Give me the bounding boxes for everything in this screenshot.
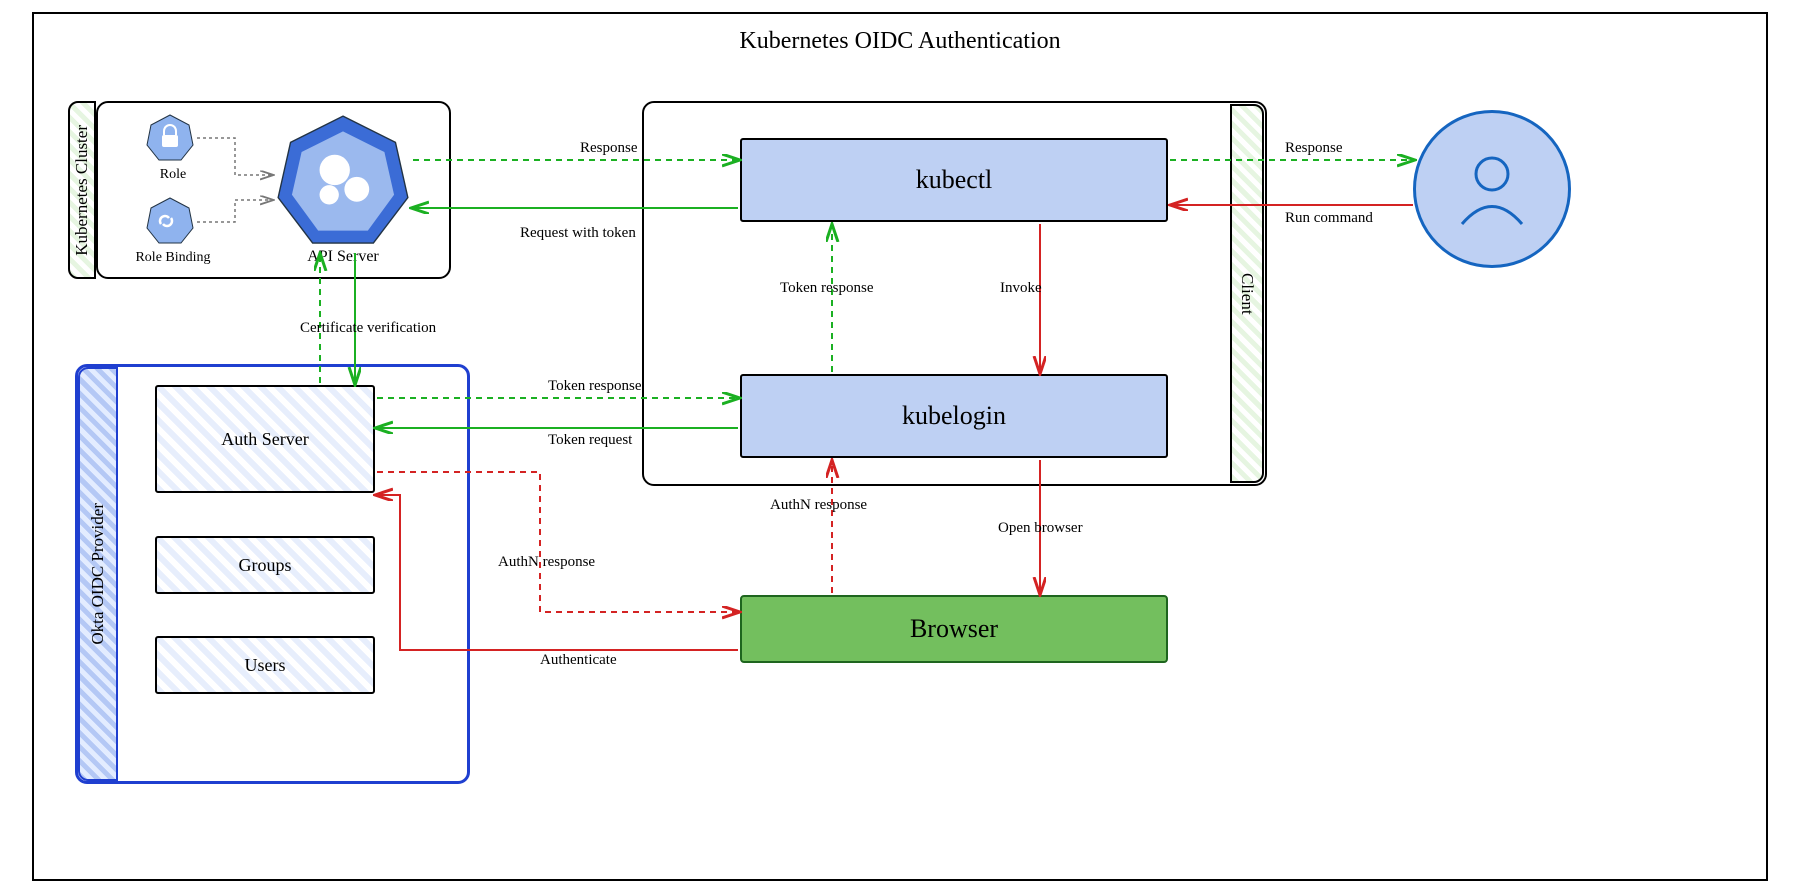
edge-open-browser: Open browser [998, 520, 1083, 537]
client-band: Client [1230, 104, 1264, 483]
kubectl-node: kubectl [740, 138, 1168, 222]
role-binding-label: Role Binding [118, 250, 228, 266]
diagram-title: Kubernetes OIDC Authentication [0, 28, 1800, 55]
api-server-label: API Server [274, 248, 412, 266]
edge-api-response: Response [580, 140, 638, 157]
browser-label: Browser [910, 614, 998, 644]
okta-label: Okta OIDC Provider [88, 503, 108, 645]
edge-authn-resp-up: AuthN response [770, 497, 867, 514]
role-icon [145, 113, 195, 163]
browser-node: Browser [740, 595, 1168, 663]
auth-server-node: Auth Server [155, 385, 375, 493]
edge-response-user: Response [1285, 140, 1343, 157]
client-label: Client [1237, 273, 1257, 315]
edge-token-resp-up: Token response [780, 280, 874, 297]
k8s-cluster-band: Kubernetes Cluster [68, 101, 96, 279]
users-label: Users [245, 655, 286, 676]
edge-token-request: Token request [548, 432, 632, 449]
edge-authenticate: Authenticate [540, 652, 617, 669]
auth-server-label: Auth Server [221, 429, 308, 450]
kubelogin-node: kubelogin [740, 374, 1168, 458]
role-label: Role [143, 167, 203, 183]
groups-label: Groups [239, 555, 292, 576]
edge-invoke: Invoke [1000, 280, 1042, 297]
edge-authn-resp-left: AuthN response [498, 554, 595, 571]
groups-node: Groups [155, 536, 375, 594]
role-binding-icon [145, 196, 195, 246]
kubectl-label: kubectl [916, 165, 993, 195]
edge-run-command: Run command [1285, 210, 1373, 227]
k8s-cluster-label: Kubernetes Cluster [72, 125, 92, 256]
user-icon [1413, 110, 1571, 268]
edge-cert-verify: Certificate verification [300, 320, 436, 337]
edge-req-token: Request with token [520, 225, 636, 242]
kubelogin-label: kubelogin [902, 401, 1006, 431]
api-server-icon [274, 112, 412, 250]
edge-token-response: Token response [548, 378, 642, 395]
users-node: Users [155, 636, 375, 694]
okta-band: Okta OIDC Provider [78, 367, 118, 781]
